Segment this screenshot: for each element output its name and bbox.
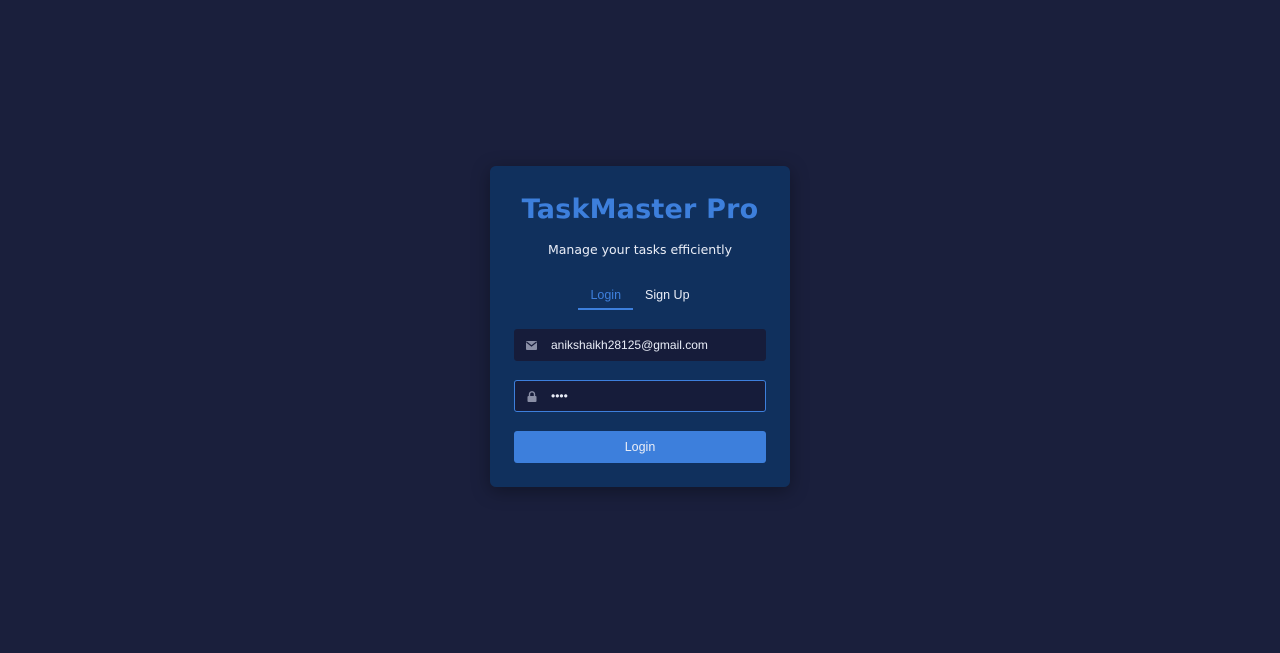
login-button[interactable]: Login: [514, 431, 766, 463]
login-card: TaskMaster Pro Manage your tasks efficie…: [490, 166, 790, 487]
app-subtitle: Manage your tasks efficiently: [547, 242, 732, 257]
app-title: TaskMaster Pro: [521, 194, 759, 225]
tab-sign-up[interactable]: Sign Up: [633, 287, 701, 310]
lock-icon: [526, 390, 537, 402]
password-field[interactable]: [514, 380, 766, 412]
email-field[interactable]: [514, 329, 766, 361]
email-input[interactable]: [551, 335, 751, 355]
password-input[interactable]: [551, 386, 751, 406]
auth-tabs: Login Sign Up: [490, 287, 790, 311]
tab-login[interactable]: Login: [578, 287, 634, 310]
envelope-icon: [526, 340, 537, 351]
